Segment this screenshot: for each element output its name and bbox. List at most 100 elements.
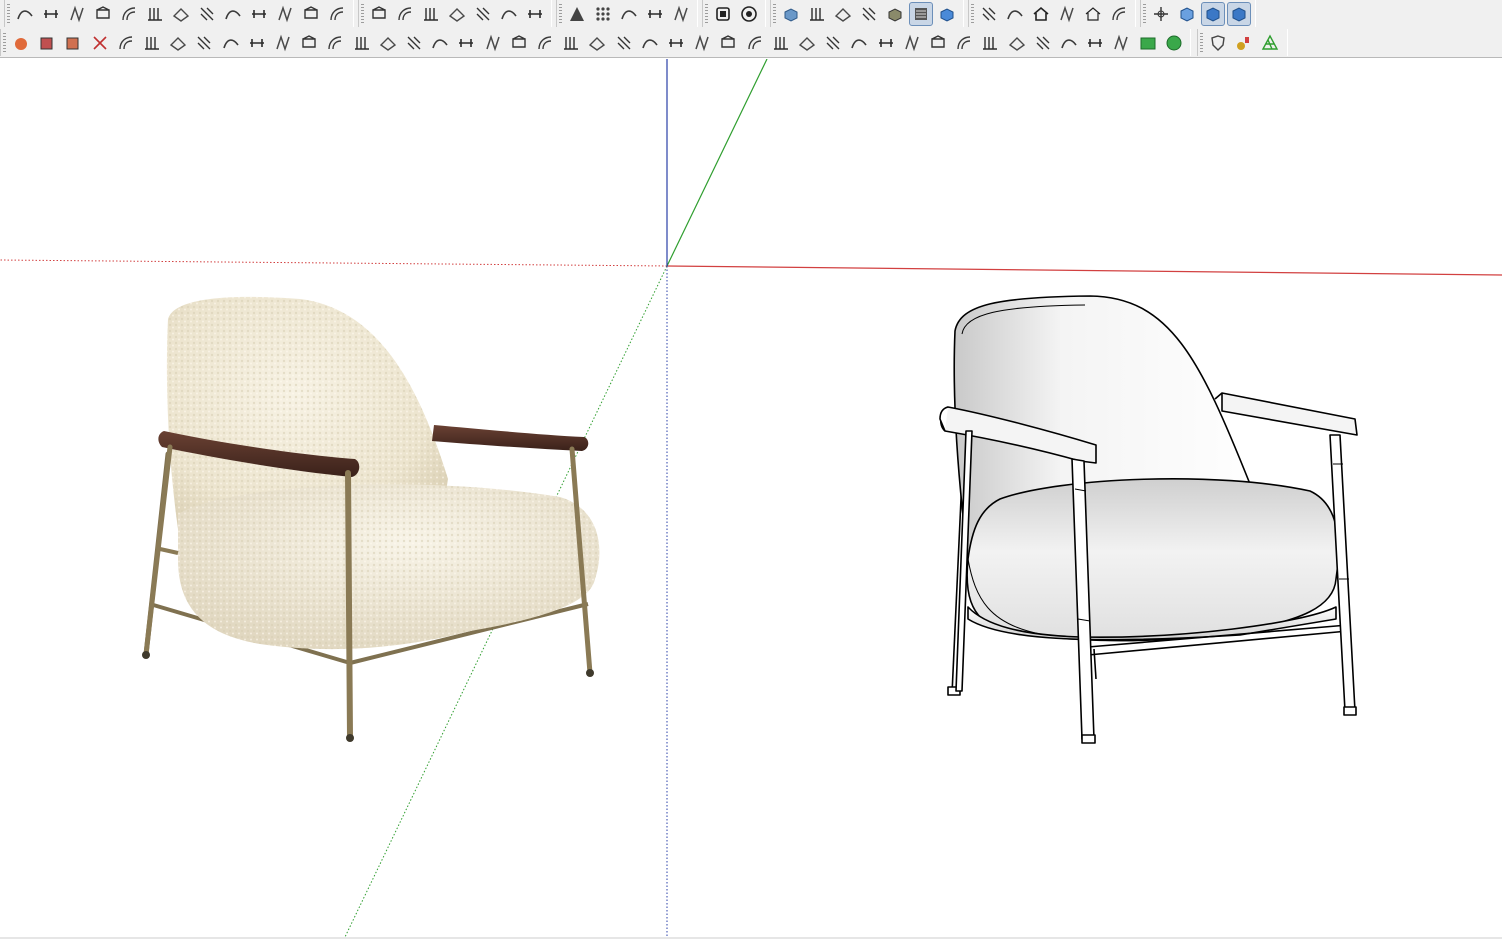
flip-edge-button[interactable] [325, 2, 349, 26]
smooth-button[interactable] [1057, 31, 1081, 55]
solid-union-button[interactable] [61, 31, 85, 55]
move-button[interactable] [13, 2, 37, 26]
hidden-line-button[interactable] [857, 2, 881, 26]
add-detail-button[interactable] [299, 2, 323, 26]
compass-button[interactable] [643, 2, 667, 26]
flow-button[interactable] [1083, 31, 1107, 55]
toolbar-grip[interactable] [1143, 4, 1146, 23]
render-settings-button[interactable] [1232, 31, 1256, 55]
cone-button[interactable] [454, 31, 478, 55]
parallel-cube-button[interactable] [1201, 2, 1225, 26]
sandbox-from-contours-button[interactable] [65, 2, 89, 26]
shaded-button[interactable] [883, 2, 907, 26]
back-view-button[interactable] [1055, 2, 1079, 26]
front-view-button[interactable] [1003, 2, 1027, 26]
curved-corner-button[interactable] [402, 31, 426, 55]
toolbar-grip[interactable] [559, 4, 562, 23]
grid-button[interactable] [926, 31, 950, 55]
sandbox-from-scratch-button[interactable] [91, 2, 115, 26]
round-corner-button[interactable] [376, 31, 400, 55]
two-point-cube-button[interactable] [1227, 2, 1251, 26]
loft-button[interactable] [978, 31, 1002, 55]
toolbar-grip[interactable] [773, 4, 776, 23]
lofting-button[interactable] [481, 31, 505, 55]
shaded-with-textures-button[interactable] [909, 2, 933, 26]
gear-button[interactable] [114, 31, 138, 55]
left-view-button[interactable] [1107, 2, 1131, 26]
book-button[interactable] [617, 2, 641, 26]
stripes-button[interactable] [874, 31, 898, 55]
dimension-button[interactable] [39, 2, 63, 26]
follow-me-button[interactable] [140, 31, 164, 55]
viewport-scene[interactable] [0, 59, 1502, 937]
slice-button[interactable] [664, 31, 688, 55]
grid-dots-button[interactable] [591, 2, 615, 26]
toolbar-grip[interactable] [361, 4, 364, 23]
home-button[interactable] [1029, 2, 1053, 26]
shell-button[interactable] [1005, 31, 1029, 55]
toolbar-grip[interactable] [705, 4, 708, 23]
scissors-button[interactable] [88, 31, 112, 55]
triangle-button[interactable] [565, 2, 589, 26]
camera-button[interactable] [737, 2, 761, 26]
perspective-cube-button[interactable] [1175, 2, 1199, 26]
back-edges-button[interactable] [805, 2, 829, 26]
flag-button[interactable] [638, 31, 662, 55]
box-button[interactable] [428, 31, 452, 55]
wave-button[interactable] [419, 2, 443, 26]
xray-button[interactable] [779, 2, 803, 26]
terrain-button[interactable] [1109, 31, 1133, 55]
split-button[interactable] [769, 31, 793, 55]
skin-button[interactable] [507, 31, 531, 55]
iso-view-button[interactable] [977, 2, 1001, 26]
face-button[interactable] [612, 31, 636, 55]
swirl-button[interactable] [445, 2, 469, 26]
comb-button[interactable] [497, 2, 521, 26]
film-button[interactable] [711, 2, 735, 26]
toolbar-grip[interactable] [1200, 33, 1203, 52]
plane-button[interactable] [795, 31, 819, 55]
twist-button[interactable] [245, 31, 269, 55]
curve-button[interactable] [117, 2, 141, 26]
green-sphere-button[interactable] [1162, 31, 1186, 55]
smoove-button[interactable] [221, 2, 245, 26]
offset-button[interactable] [821, 31, 845, 55]
axes-button[interactable] [1149, 2, 1173, 26]
brush-button[interactable] [471, 2, 495, 26]
lattice-button[interactable] [271, 31, 295, 55]
stamp-button[interactable] [247, 2, 271, 26]
fillet-button[interactable] [323, 31, 347, 55]
reference-photo-armchair[interactable] [142, 296, 600, 742]
solid-outer-shell-button[interactable] [9, 31, 33, 55]
cube-wire-button[interactable] [219, 31, 243, 55]
hatch-button[interactable] [900, 31, 924, 55]
solid-intersect-button[interactable] [35, 31, 59, 55]
joint-button[interactable] [847, 31, 871, 55]
arc-button[interactable] [367, 2, 391, 26]
push-pull-button[interactable] [690, 31, 714, 55]
drape-button[interactable] [273, 2, 297, 26]
mesh-button[interactable] [533, 31, 557, 55]
toolbar-grip[interactable] [3, 33, 6, 52]
bend-button[interactable] [192, 31, 216, 55]
hook-button[interactable] [297, 31, 321, 55]
rotate-curve-button[interactable] [143, 2, 167, 26]
sweep-path-button[interactable] [1031, 31, 1055, 55]
extrude-button[interactable] [166, 31, 190, 55]
armchair-3d-model[interactable] [939, 295, 1358, 744]
layers-button[interactable] [952, 31, 976, 55]
spiral-tool-button[interactable] [169, 2, 193, 26]
sweep-button[interactable] [585, 31, 609, 55]
columns-button[interactable] [523, 2, 547, 26]
wireframe-button[interactable] [831, 2, 855, 26]
hand-button[interactable] [559, 31, 583, 55]
green-mesh-button[interactable] [1258, 31, 1282, 55]
pen-button[interactable] [669, 2, 693, 26]
down-arrow-button[interactable] [716, 31, 740, 55]
shield-button[interactable] [1206, 31, 1230, 55]
modeling-viewport[interactable] [0, 59, 1502, 937]
green-box-button[interactable] [1136, 31, 1160, 55]
chain-button[interactable] [393, 2, 417, 26]
toolbar-grip[interactable] [971, 4, 974, 23]
toolbar-grip[interactable] [7, 4, 10, 23]
